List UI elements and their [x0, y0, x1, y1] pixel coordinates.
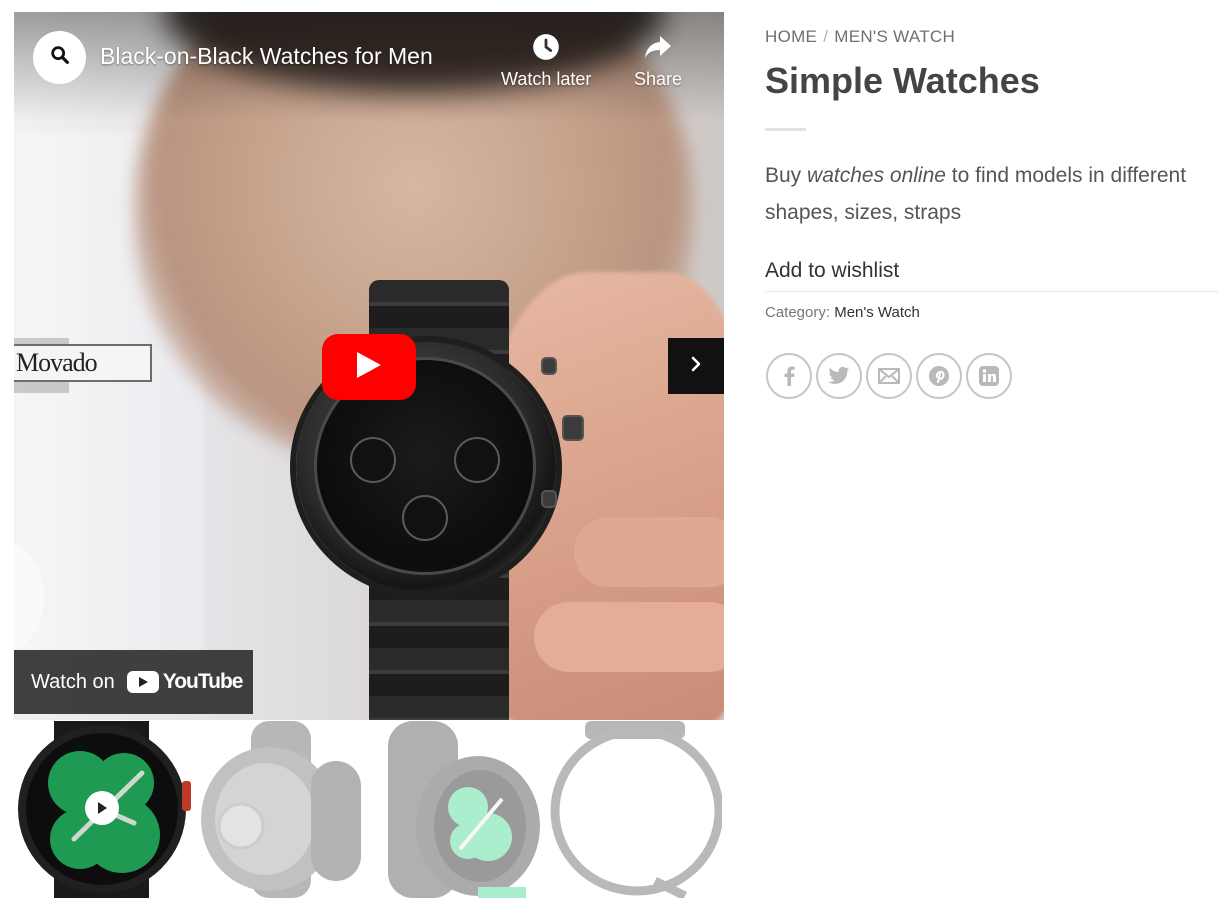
product-category: Category: Men's Watch — [765, 304, 920, 321]
brand-sign: Movado — [14, 344, 152, 382]
breadcrumb-separator: / — [823, 27, 829, 46]
watch-later-button[interactable]: Watch later — [501, 32, 591, 90]
watch-on-label: Watch on — [31, 670, 115, 693]
breadcrumb: HOME / MEN'S WATCH — [765, 27, 955, 47]
category-link[interactable]: Men's Watch — [834, 304, 920, 321]
channel-avatar[interactable] — [33, 31, 86, 84]
facebook-icon[interactable] — [766, 353, 812, 399]
youtube-logo: YouTube — [126, 670, 244, 694]
video-title[interactable]: Black-on-Black Watches for Men — [100, 43, 433, 70]
share-label: Share — [634, 69, 683, 89]
thumbnail-watch-back[interactable] — [191, 721, 368, 898]
thumbnail-black-watch[interactable] — [14, 721, 191, 898]
title-divider — [765, 128, 806, 131]
gallery-thumbnails — [14, 721, 724, 898]
youtube-play-icon — [126, 671, 159, 693]
chevron-right-icon — [689, 355, 703, 378]
add-to-wishlist-link[interactable]: Add to wishlist — [765, 259, 899, 283]
watch-side-image — [388, 721, 540, 898]
watch-strap-image — [550, 721, 722, 898]
share-icons — [766, 353, 1016, 399]
category-label: Category: — [765, 304, 831, 321]
youtube-wordmark: YouTube — [162, 670, 244, 693]
breadcrumb-home-link[interactable]: HOME — [765, 27, 817, 46]
linkedin-icon[interactable] — [966, 353, 1012, 399]
thumbnail-watch-side[interactable] — [368, 721, 545, 898]
watch-on-youtube-button[interactable]: Watch on YouTube — [14, 650, 253, 714]
video-badge-icon — [85, 791, 119, 825]
product-description: Buy watches online to find models in dif… — [765, 164, 1187, 224]
watches-online-link[interactable]: watches online — [807, 164, 946, 187]
search-icon — [49, 44, 71, 71]
email-icon[interactable] — [866, 353, 912, 399]
gallery-next-button[interactable] — [668, 338, 724, 394]
pinterest-icon[interactable] — [916, 353, 962, 399]
product-title: Simple Watches — [765, 60, 1040, 101]
twitter-icon[interactable] — [816, 353, 862, 399]
watch-later-label: Watch later — [501, 69, 592, 89]
video-player[interactable]: Movado Black-on-Black Watches for Men Wa… — [14, 12, 724, 720]
share-arrow-icon — [643, 32, 673, 62]
thumbnail-watch-strap[interactable] — [545, 721, 722, 898]
watch-back-image — [201, 721, 361, 898]
play-icon — [355, 350, 383, 385]
clock-icon — [532, 32, 560, 62]
breadcrumb-category-link[interactable]: MEN'S WATCH — [834, 27, 955, 46]
wishlist-divider — [765, 291, 1218, 292]
share-button[interactable]: Share — [634, 32, 682, 90]
play-button[interactable] — [322, 334, 416, 400]
